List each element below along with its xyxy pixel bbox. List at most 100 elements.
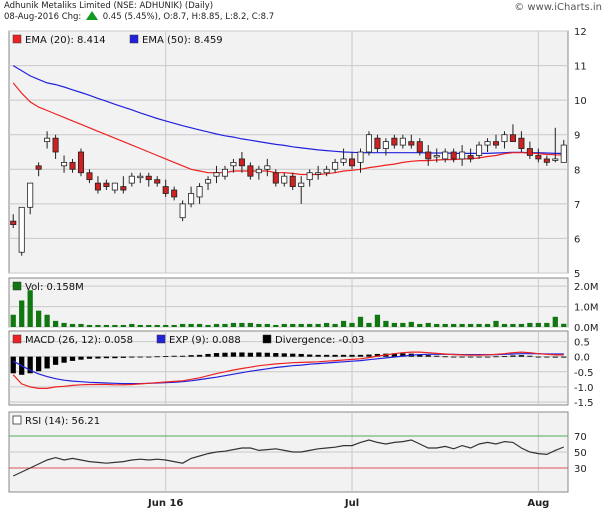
volume-bar <box>256 323 262 327</box>
volume-bar <box>315 323 321 327</box>
volume-bar <box>349 322 355 327</box>
volume-bar <box>27 290 33 327</box>
price-y-tick-6: 11 <box>574 62 587 73</box>
candle <box>459 151 466 160</box>
macd-legend-label: MACD (26, 12): 0.058 <box>25 335 133 346</box>
candle <box>323 168 330 174</box>
candle <box>374 137 381 149</box>
candle <box>137 175 144 179</box>
divergence-bar <box>222 352 228 357</box>
candle <box>467 155 474 160</box>
volume-bar <box>442 323 448 327</box>
candle <box>18 206 25 253</box>
volume-bar <box>180 323 186 327</box>
rsi-y-tick-1: 50 <box>574 448 587 459</box>
candle <box>230 161 237 167</box>
volume-bar <box>417 323 423 327</box>
vol-legend-label: Vol: 0.158M <box>25 282 84 293</box>
candle <box>442 151 449 160</box>
candle <box>120 186 127 191</box>
ema50-legend-swatch <box>129 34 139 44</box>
volume-bar <box>434 323 440 327</box>
ema20-legend-swatch <box>12 34 22 44</box>
price-y-tick-3: 8 <box>574 165 580 176</box>
divergence-bar <box>357 354 364 357</box>
divergence-bar <box>256 352 262 357</box>
exp-legend-label: EXP (9): 0.088 <box>169 335 241 346</box>
candle <box>340 158 347 163</box>
candle <box>35 165 42 170</box>
divergence-bar <box>230 352 237 357</box>
candle <box>128 175 135 184</box>
candle <box>425 151 432 160</box>
volume-bar <box>213 323 220 327</box>
price-y-tick-2: 7 <box>574 200 580 211</box>
divergence-bar <box>459 356 465 358</box>
volume-bar <box>44 314 50 327</box>
volume-bar <box>476 323 482 327</box>
divergence-bar <box>213 353 220 357</box>
candle <box>281 175 288 184</box>
divergence-bar <box>442 356 448 358</box>
volume-bar <box>366 322 372 327</box>
volume-bar <box>95 324 101 327</box>
divergence-bar <box>154 356 160 358</box>
divergence-bar <box>264 352 270 357</box>
vol-legend-swatch <box>12 281 22 291</box>
candle <box>264 165 271 170</box>
divergence-bar <box>247 352 254 357</box>
panel-0-frame <box>8 30 569 274</box>
candle <box>509 134 516 143</box>
candle <box>154 179 161 184</box>
volume-bar <box>188 323 194 327</box>
volume-bar <box>264 323 270 327</box>
divergence-bar <box>323 354 330 357</box>
divergence-bar <box>349 354 355 357</box>
divergence-bar <box>510 355 516 357</box>
volume-bar <box>408 321 414 327</box>
divergence-bar <box>163 356 169 357</box>
candle <box>484 141 491 146</box>
candle <box>171 189 178 198</box>
candle <box>247 165 254 177</box>
divergence-bar <box>544 356 550 358</box>
candle <box>145 175 152 181</box>
divergence-bar <box>535 356 541 358</box>
macd-y-tick-3: -1.0 <box>574 383 594 394</box>
candle <box>103 182 110 187</box>
divergence-bar <box>298 353 304 357</box>
exp-legend-swatch <box>156 334 166 344</box>
divergence-bar <box>476 356 482 358</box>
divergence-bar <box>188 355 194 357</box>
candle <box>196 186 203 198</box>
volume-bar <box>86 324 93 327</box>
volume-bar <box>146 324 152 327</box>
volume-bar <box>459 323 465 327</box>
divergence-bar <box>44 356 50 369</box>
volume-bar <box>171 324 177 327</box>
macd-legend-swatch <box>12 334 22 344</box>
price-y-tick-1: 6 <box>574 234 580 245</box>
volume-bar <box>510 323 516 327</box>
volume-bar <box>19 300 25 327</box>
macd-y-tick-1: 0.0 <box>574 353 590 364</box>
volume-bar <box>137 324 143 327</box>
divergence-bar <box>36 356 42 372</box>
candle <box>315 172 322 175</box>
divergence-bar <box>518 355 525 357</box>
volume-bar <box>307 323 313 327</box>
volume-bar <box>323 322 330 327</box>
volume-bar <box>357 316 364 327</box>
candle <box>399 137 406 146</box>
divergence-bar <box>86 356 93 359</box>
volume-bar <box>52 320 59 327</box>
rsi-legend-label: RSI (14): 56.21 <box>25 416 100 427</box>
volume-bar <box>10 314 16 327</box>
divergence-bar <box>10 356 16 374</box>
candle <box>238 158 245 167</box>
candle <box>205 179 212 184</box>
volume-bar <box>332 323 338 327</box>
divergence-bar <box>196 354 203 357</box>
volume-bar <box>196 323 203 327</box>
rsi-y-tick-2: 30 <box>574 464 587 475</box>
